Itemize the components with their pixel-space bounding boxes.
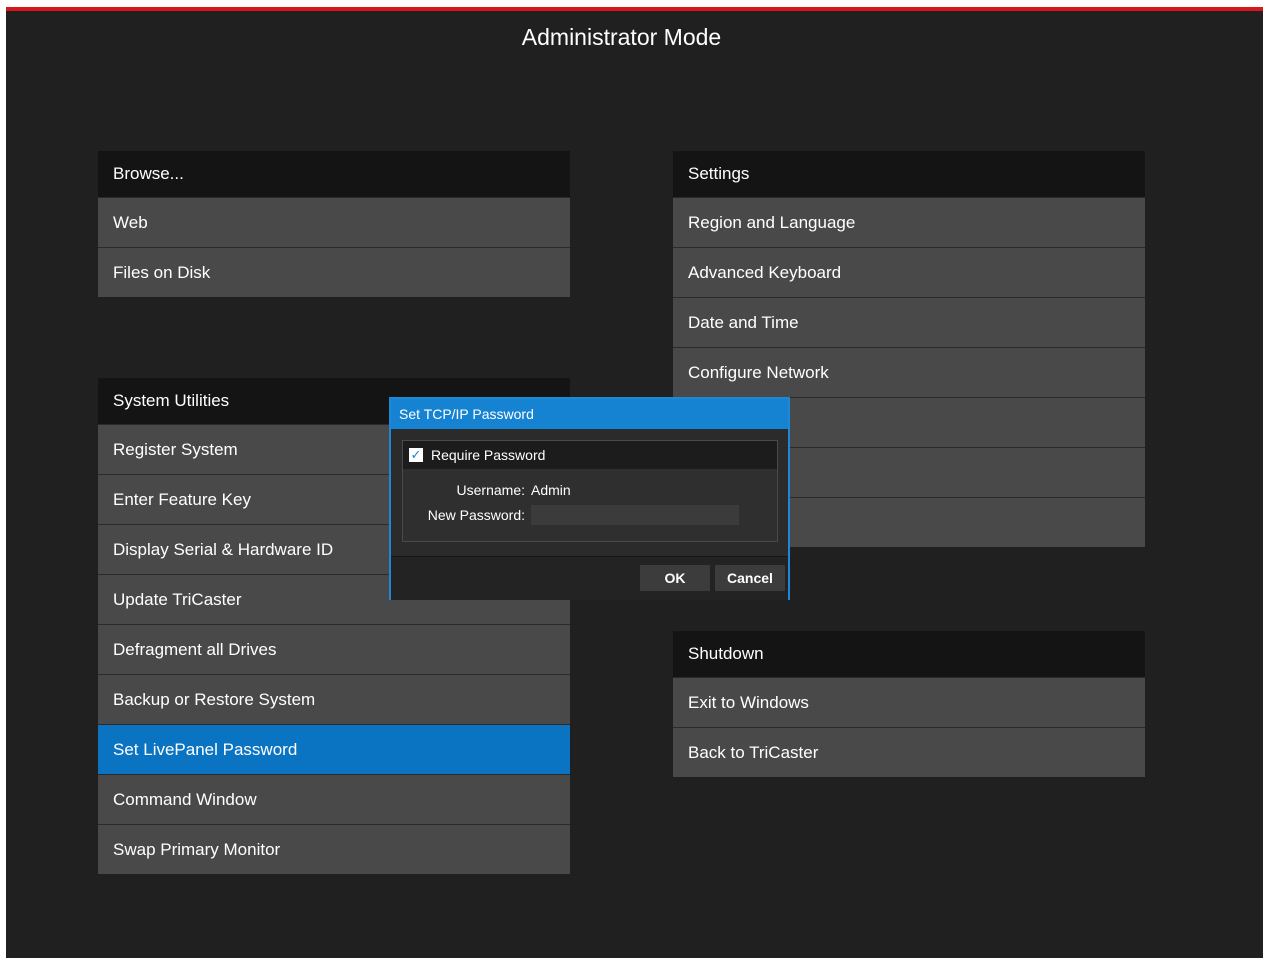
page-title: Administrator Mode [521,24,722,50]
shutdown-panel: Shutdown Exit to Windows Back to TriCast… [673,631,1145,777]
browse-panel: Browse... Web Files on Disk [98,151,570,297]
username-value: Admin [531,482,571,498]
browse-header: Browse... [98,151,570,197]
require-password-row[interactable]: ✓ Require Password [403,441,777,469]
menu-item-advanced-keyboard[interactable]: Advanced Keyboard [673,247,1145,297]
cancel-button[interactable]: Cancel [715,565,785,591]
new-password-input[interactable] [531,505,739,525]
menu-item-command-window[interactable]: Command Window [98,774,570,824]
dialog-footer: OK Cancel [391,556,788,600]
menu-item-web[interactable]: Web [98,197,570,247]
menu-item-swap-primary-monitor[interactable]: Swap Primary Monitor [98,824,570,874]
username-label: Username: [456,482,525,498]
new-password-row: New Password: [403,504,777,526]
menu-item-back-to-tricaster[interactable]: Back to TriCaster [673,727,1145,777]
menu-item-region-and-language[interactable]: Region and Language [673,197,1145,247]
menu-item-files-on-disk[interactable]: Files on Disk [98,247,570,297]
settings-header: Settings [673,151,1145,197]
menu-item-defragment-all-drives[interactable]: Defragment all Drives [98,624,570,674]
dialog-body: ✓ Require Password Username: Admin New P… [391,429,788,600]
admin-screen: Administrator Mode Browse... Web Files o… [6,7,1263,958]
password-group: ✓ Require Password Username: Admin New P… [402,440,778,542]
menu-item-exit-to-windows[interactable]: Exit to Windows [673,677,1145,727]
shutdown-header: Shutdown [673,631,1145,677]
require-password-checkbox[interactable]: ✓ [409,448,423,462]
new-password-label: New Password: [427,507,525,523]
ok-button[interactable]: OK [640,565,710,591]
menu-item-backup-or-restore-system[interactable]: Backup or Restore System [98,674,570,724]
set-password-dialog: Set TCP/IP Password ✓ Require Password U… [389,397,790,600]
username-row: Username: Admin [403,479,777,501]
menu-item-configure-network[interactable]: Configure Network [673,347,1145,397]
dialog-title: Set TCP/IP Password [391,399,788,429]
menu-item-date-and-time[interactable]: Date and Time [673,297,1145,347]
menu-item-set-livepanel-password[interactable]: Set LivePanel Password [98,724,570,774]
require-password-label: Require Password [431,447,546,463]
